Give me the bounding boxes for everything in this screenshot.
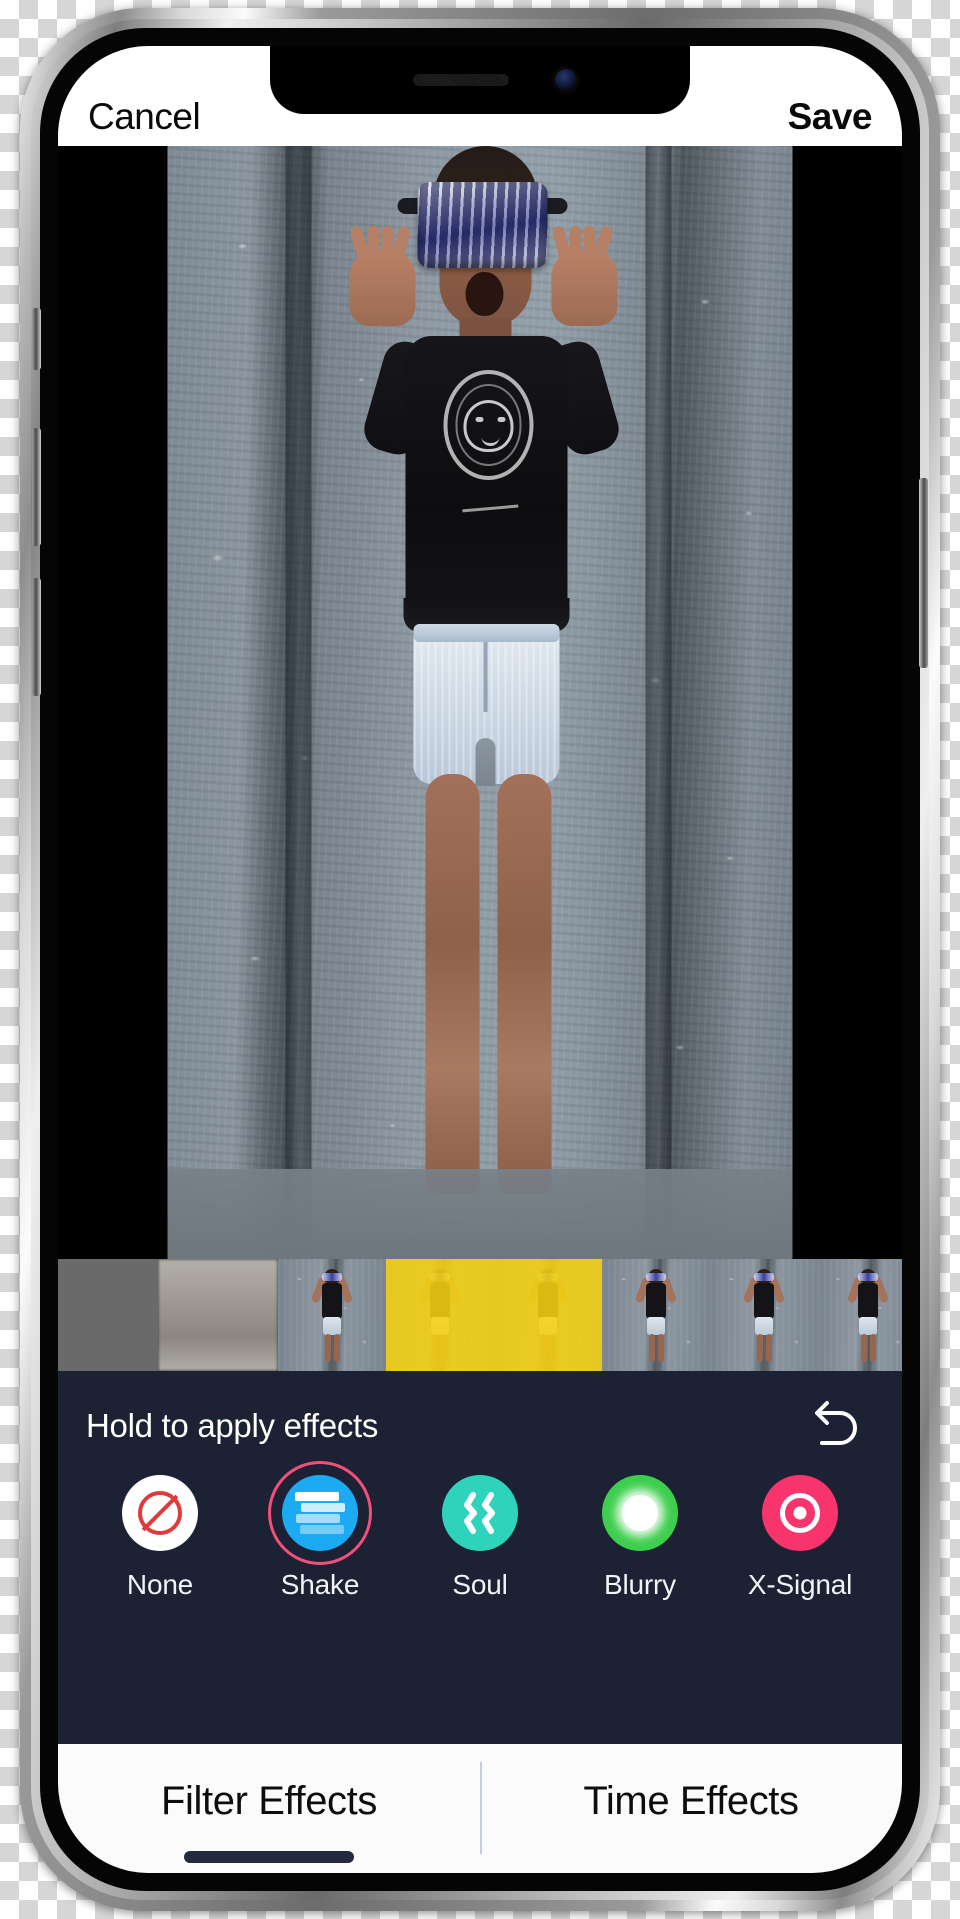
effect-swatch[interactable] [442,1475,518,1551]
save-button[interactable]: Save [788,96,873,138]
effect-item-blurry[interactable]: Blurry [575,1475,705,1601]
concentric-rings-icon [780,1493,820,1533]
timeline-frame[interactable] [58,1259,158,1371]
active-tab-indicator [184,1851,354,1863]
preview-frame-image [167,146,793,1259]
timeline-frame[interactable] [602,1259,710,1371]
timeline-frame-subject [846,1269,890,1362]
video-timeline-filmstrip[interactable] [58,1259,902,1371]
timeline-selection-overlay [494,1259,602,1371]
effect-item-soul[interactable]: Soul [415,1475,545,1601]
timeline-frame[interactable] [494,1259,602,1371]
tab-divider [480,1762,482,1854]
timeline-frame-subject [742,1269,786,1362]
left-leg [425,774,480,1194]
timeline-frame[interactable] [818,1259,902,1371]
tab-label: Filter Effects [161,1779,377,1823]
prohibition-icon [138,1491,182,1535]
silent-switch-button[interactable] [32,308,41,370]
subject-person [168,146,793,1259]
timeline-frame-subject [634,1269,678,1362]
denim-shorts-waistband [413,624,560,642]
wavy-lines-icon [460,1491,500,1535]
effect-label: X-Signal [747,1569,853,1600]
undo-arrow-icon [804,1397,864,1456]
right-hand [551,225,618,326]
subject-mouth [465,272,504,316]
speaker-grill-icon [413,74,509,86]
effect-swatch[interactable] [282,1475,358,1551]
ground-floor [167,1169,793,1259]
left-hand [349,225,416,326]
cancel-button[interactable]: Cancel [88,96,201,138]
effects-panel-header: Hold to apply effects [58,1371,902,1481]
effect-item-shake[interactable]: Shake [255,1461,385,1601]
lion-face-graphic [463,400,514,452]
effects-list: None Shake Soul Blurry X-Signal [58,1461,902,1601]
effects-panel: Hold to apply effects None Shake Soul Blurr… [58,1371,902,1744]
phone-screen: Cancel Save Hold to apply effects None S… [58,46,902,1873]
effect-label: Shake [280,1569,360,1600]
timeline-frame[interactable] [158,1259,278,1371]
timeline-frame-subject [310,1269,354,1362]
timeline-frame[interactable] [386,1259,494,1371]
effect-label: None [126,1569,194,1600]
effect-swatch[interactable] [762,1475,838,1551]
effect-item-x-signal[interactable]: X-Signal [735,1475,865,1601]
undo-button[interactable] [802,1394,866,1458]
stacked-layers-icon [295,1492,345,1534]
hold-to-apply-hint: Hold to apply effects [86,1407,379,1444]
effect-label: Soul [452,1569,508,1600]
video-preview-canvas[interactable] [58,146,902,1259]
phone-device-frame: Cancel Save Hold to apply effects None S… [20,8,940,1911]
effect-item-none[interactable]: None [95,1475,225,1601]
between-legs-gap [475,738,496,786]
tab-label: Time Effects [583,1779,799,1823]
vr-goggles-icon [417,182,548,268]
tab-filter-effects[interactable]: Filter Effects [58,1744,480,1873]
timeline-selection-overlay [386,1259,494,1371]
glow-dot-icon [622,1495,658,1531]
denim-shorts-fly [483,642,488,712]
effect-label: Blurry [604,1569,676,1600]
front-camera-icon [555,69,577,91]
effect-swatch[interactable] [602,1475,678,1551]
timeline-frame[interactable] [710,1259,818,1371]
tab-time-effects[interactable]: Time Effects [480,1744,902,1873]
device-notch [270,46,690,114]
volume-up-button[interactable] [32,428,41,546]
timeline-frame-thumbnail [158,1259,278,1371]
timeline-frame[interactable] [278,1259,386,1371]
power-side-button[interactable] [919,478,928,668]
volume-down-button[interactable] [32,578,41,696]
bottom-tab-bar: Filter Effects Time Effects [58,1744,902,1873]
right-leg [497,774,552,1194]
effect-swatch[interactable] [122,1475,198,1551]
